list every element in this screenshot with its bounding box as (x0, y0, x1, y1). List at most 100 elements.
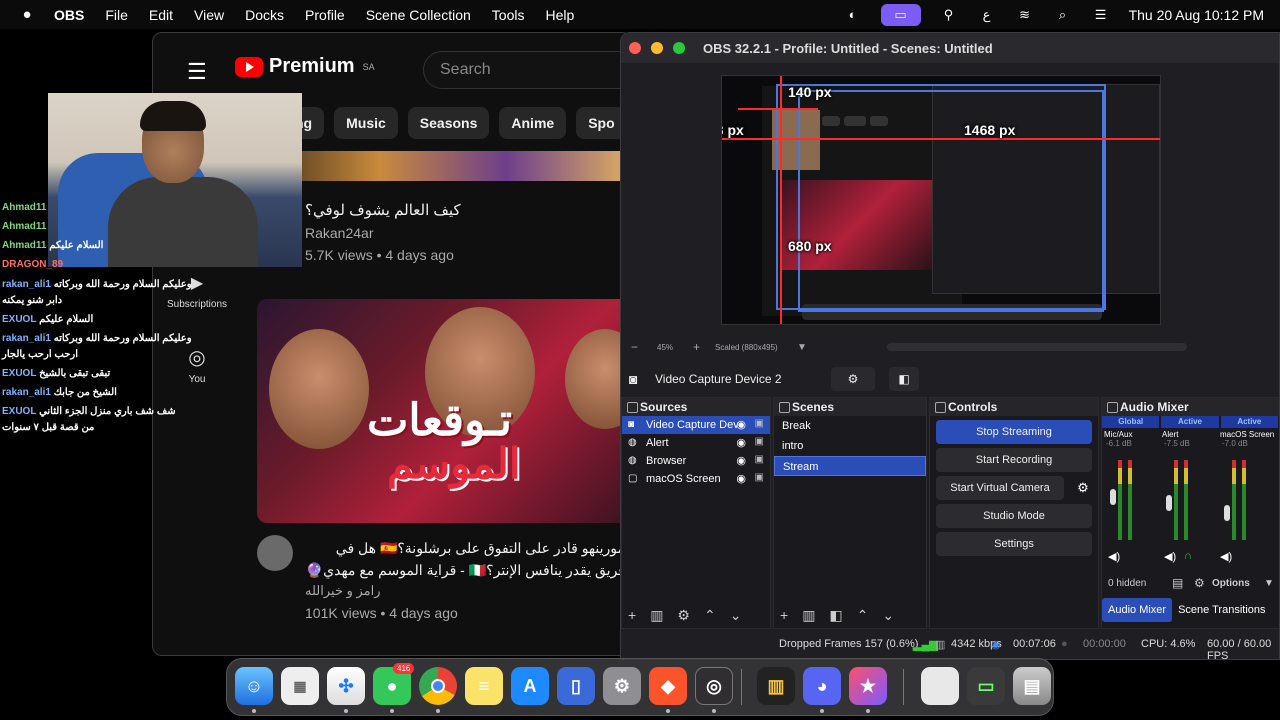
preview-selection-outline[interactable] (798, 90, 1104, 312)
document-stack-icon[interactable] (921, 667, 959, 705)
visibility-eye-icon[interactable]: ◉ (736, 418, 746, 431)
tab-audio-mixer[interactable]: Audio Mixer (1102, 598, 1173, 622)
lock-icon[interactable]: ▣ (755, 454, 764, 465)
scene-item-stream[interactable]: Stream (774, 456, 926, 476)
speaker-icon[interactable]: ◀) (1220, 550, 1232, 563)
menu-docks[interactable]: Docks (245, 7, 284, 23)
obs-preview-canvas[interactable]: 140 px 73 px 1468 px 680 px (721, 75, 1161, 325)
hamburger-menu-icon[interactable]: ☰ (187, 59, 207, 85)
move-down-icon[interactable]: ⌄ (730, 607, 742, 624)
mixer-settings-icon[interactable]: ⚙ (1194, 576, 1205, 590)
control-center-icon[interactable]: ☰ (1091, 7, 1111, 23)
video1-title[interactable]: كيف العالم يشوف لوفي؟ (305, 201, 461, 219)
menu-file[interactable]: File (105, 7, 128, 23)
scene-item-break[interactable]: Break (774, 416, 926, 436)
speaker-icon[interactable]: ◀) (1164, 550, 1176, 563)
colors-app-icon[interactable]: ▥ (757, 667, 795, 705)
accessibility-icon[interactable]: ⚲ (939, 7, 959, 23)
menu-clock[interactable]: Thu 20 Aug 10:12 PM (1129, 7, 1264, 23)
obs-titlebar[interactable]: OBS 32.2.1 - Profile: Untitled - Scenes:… (621, 33, 1279, 63)
speaker-icon[interactable]: ◀) (1108, 550, 1120, 563)
zoom-in-button[interactable]: + (693, 340, 700, 354)
youtube-premium-logo[interactable]: Premium SA (235, 55, 375, 78)
close-window-button[interactable] (629, 42, 641, 54)
video2-thumbnail[interactable]: تـوقعات الموسم (257, 299, 631, 523)
remove-source-icon[interactable]: ▥ (650, 607, 663, 624)
menu-edit[interactable]: Edit (149, 7, 173, 23)
move-up-icon[interactable]: ⌃ (704, 607, 716, 624)
start-recording-button[interactable]: Start Recording (936, 448, 1092, 472)
wifi-icon[interactable]: ≋ (1015, 7, 1035, 23)
start-virtual-camera-button[interactable]: Start Virtual Camera (936, 476, 1064, 500)
system-settings-icon[interactable]: ⚙ (603, 667, 641, 705)
chip-music[interactable]: Music (334, 107, 398, 139)
mixer-options-button[interactable]: Options (1212, 578, 1250, 589)
youtube-search-input[interactable]: Search (423, 51, 631, 89)
remove-scene-icon[interactable]: ▥ (802, 607, 815, 624)
menu-help[interactable]: Help (545, 7, 574, 23)
video1-channel[interactable]: Rakan24ar (305, 225, 374, 241)
visibility-eye-icon[interactable]: ◉ (736, 454, 746, 467)
brave-icon[interactable]: ◆ (649, 667, 687, 705)
keyboard-layout-icon[interactable]: ع (977, 7, 997, 23)
scale-dropdown-icon[interactable]: ▼ (797, 342, 807, 353)
minimize-window-button[interactable] (651, 42, 663, 54)
zoom-window-button[interactable] (673, 42, 685, 54)
mixer-layout-icon[interactable]: ▤ (1172, 576, 1183, 590)
channel-avatar[interactable] (257, 535, 293, 571)
move-down-icon[interactable]: ⌄ (882, 607, 894, 624)
volume-fader[interactable] (1110, 488, 1116, 505)
move-up-icon[interactable]: ⌃ (857, 607, 869, 624)
obs-icon[interactable]: ◎ (695, 667, 733, 705)
screenshot-stack-icon[interactable]: ▭ (967, 667, 1005, 705)
studio-mode-button[interactable]: Studio Mode (936, 504, 1092, 528)
source-properties-button[interactable]: ⚙ (831, 367, 875, 391)
creative-app-icon[interactable]: ★ (849, 667, 887, 705)
chip-anime[interactable]: Anime (499, 107, 567, 139)
video2-title[interactable]: مورينهو قادر على التفوق على برشلونة؟🇪🇸 ه… (305, 537, 625, 581)
visibility-eye-icon[interactable]: ◉ (736, 472, 746, 485)
lock-icon[interactable]: ▣ (755, 418, 764, 429)
source-item-video-capture[interactable]: ◙ Video Capture Dev ◉ ▣ (622, 416, 770, 434)
chrome-icon[interactable] (419, 667, 457, 705)
spotlight-search-icon[interactable]: ⌕ (1053, 7, 1073, 23)
finder-icon[interactable]: ☺ (235, 667, 273, 705)
volume-fader[interactable] (1224, 504, 1230, 521)
zoom-out-button[interactable]: − (631, 340, 638, 354)
preview-app-icon[interactable]: ▯ (557, 667, 595, 705)
video1-thumbnail[interactable] (253, 151, 631, 181)
video2-channel[interactable]: رامز و خيرالله (305, 583, 381, 599)
volume-fader[interactable] (1166, 495, 1172, 512)
lock-icon[interactable]: ▣ (755, 472, 764, 483)
launchpad-icon[interactable]: ▦ (281, 667, 319, 705)
headphones-icon[interactable]: ∩ (1184, 550, 1192, 562)
scene-item-intro[interactable]: intro (774, 436, 926, 456)
source-filters-button[interactable]: ◧ (889, 367, 919, 391)
visibility-eye-icon[interactable]: ◉ (736, 436, 746, 449)
preview-scrollbar[interactable] (887, 343, 1187, 351)
source-item-browser[interactable]: ◍ Browser ◉ ▣ (622, 452, 770, 470)
stop-streaming-button[interactable]: Stop Streaming (936, 420, 1092, 444)
obs-status-icon[interactable]: ◐ (843, 7, 863, 23)
safari-icon[interactable]: ✣ (327, 667, 365, 705)
screen-share-icon[interactable]: ▭ (880, 3, 921, 26)
trash-icon[interactable]: ▤ (1013, 667, 1051, 705)
menu-app-name[interactable]: OBS (54, 7, 84, 23)
notes-icon[interactable]: ≡ (465, 667, 503, 705)
menu-tools[interactable]: Tools (492, 7, 525, 23)
source-settings-icon[interactable]: ⚙ (677, 607, 690, 624)
add-source-icon[interactable]: + (628, 607, 636, 623)
app-store-icon[interactable]: A (511, 667, 549, 705)
apple-menu-icon[interactable]: ● (0, 6, 54, 23)
discord-icon[interactable]: ◕ (803, 667, 841, 705)
menu-profile[interactable]: Profile (305, 7, 345, 23)
source-item-alert[interactable]: ◍ Alert ◉ ▣ (622, 434, 770, 452)
add-scene-icon[interactable]: + (780, 607, 788, 623)
menu-scene-collection[interactable]: Scene Collection (366, 7, 471, 23)
chevron-down-icon[interactable]: ▼ (1264, 578, 1274, 589)
chip-seasons[interactable]: Seasons (407, 107, 490, 139)
virtual-camera-settings-icon[interactable]: ⚙ (1072, 476, 1094, 500)
tab-scene-transitions[interactable]: Scene Transitions (1172, 598, 1271, 622)
settings-button[interactable]: Settings (936, 532, 1092, 556)
lock-icon[interactable]: ▣ (755, 436, 764, 447)
